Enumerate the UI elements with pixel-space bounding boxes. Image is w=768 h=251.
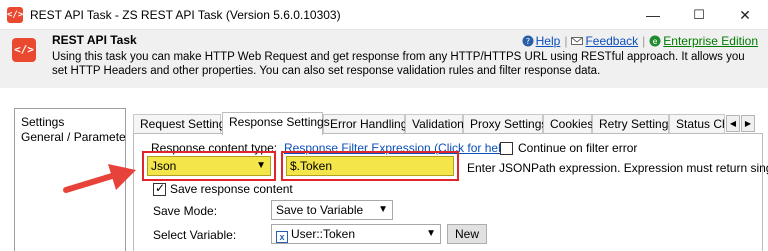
chevron-down-icon: ▼ xyxy=(256,160,266,171)
tab-cookies[interactable]: Cookies xyxy=(543,114,593,134)
task-title: REST API Task xyxy=(52,33,137,47)
help-icon: ? xyxy=(522,35,534,47)
task-description: Using this task you can make HTTP Web Re… xyxy=(52,51,745,77)
content-type-highlight: Json ▼ xyxy=(142,151,276,181)
chevron-down-icon: ▼ xyxy=(426,228,436,239)
tab-proxy-settings[interactable]: Proxy Settings xyxy=(463,114,547,134)
chevron-down-icon: ▼ xyxy=(378,204,388,215)
minimize-button[interactable]: — xyxy=(630,0,676,30)
save-response-label: Save response content xyxy=(170,182,293,196)
variable-x-icon: x xyxy=(276,231,288,243)
variable-select[interactable]: x User::Token ▼ xyxy=(271,224,441,244)
maximize-button[interactable]: ☐ xyxy=(676,0,722,30)
continue-on-filter-error-checkbox[interactable] xyxy=(500,142,513,155)
svg-text:e: e xyxy=(653,37,658,46)
feedback-icon xyxy=(571,37,584,45)
window-title: REST API Task - ZS REST API Task (Versio… xyxy=(30,8,341,22)
tab-validation[interactable]: Validation xyxy=(405,114,464,134)
continue-on-filter-error-label: Continue on filter error xyxy=(518,141,638,155)
sidebar-item-settings[interactable]: Settings xyxy=(15,115,125,130)
tab-request-settings[interactable]: Request Settings xyxy=(133,114,231,134)
tab-response-settings[interactable]: Response Settings xyxy=(222,112,330,135)
close-button[interactable]: ✕ xyxy=(722,0,768,30)
tab-error-handling[interactable]: Error Handling xyxy=(323,114,407,134)
save-response-checkbox[interactable] xyxy=(153,181,166,196)
header-links: ? Help | Feedback | e Enterprise Edition xyxy=(522,34,758,48)
tab-scroll-left-icon[interactable]: ◀ xyxy=(726,115,740,132)
edition-link[interactable]: Enterprise Edition xyxy=(663,34,758,48)
edition-icon: e xyxy=(649,35,661,47)
save-mode-select[interactable]: Save to Variable ▼ xyxy=(271,200,393,220)
jsonpath-hint: Enter JSONPath expression. Expression mu… xyxy=(467,161,768,175)
app-code-icon: </> xyxy=(7,7,23,23)
tab-scroll-right-icon[interactable]: ▶ xyxy=(741,115,755,132)
save-mode-label: Save Mode: xyxy=(153,204,218,218)
filter-expression-input[interactable]: $.Token xyxy=(286,156,454,176)
content-type-value: Json xyxy=(151,159,177,173)
variable-value: User::Token xyxy=(291,227,356,241)
tab-status-check[interactable]: Status Ch xyxy=(669,114,725,134)
sidebar-item-general-parameters[interactable]: General / Parameters xyxy=(15,130,125,145)
new-variable-button[interactable]: New xyxy=(447,224,487,244)
settings-tabstrip: Request Settings Response Settings Error… xyxy=(133,112,763,135)
save-mode-value: Save to Variable xyxy=(276,203,364,217)
title-bar: </> REST API Task - ZS REST API Task (Ve… xyxy=(0,0,768,30)
tab-retry-settings[interactable]: Retry Settings xyxy=(592,114,674,134)
task-code-icon: </> xyxy=(12,38,36,62)
filter-expression-highlight: $.Token xyxy=(281,151,459,181)
help-link[interactable]: Help xyxy=(536,34,561,48)
feedback-link[interactable]: Feedback xyxy=(585,34,638,48)
annotation-arrow-icon xyxy=(63,164,136,193)
select-variable-label: Select Variable: xyxy=(153,228,237,242)
content-type-select[interactable]: Json ▼ xyxy=(147,156,271,176)
svg-text:?: ? xyxy=(526,37,530,46)
